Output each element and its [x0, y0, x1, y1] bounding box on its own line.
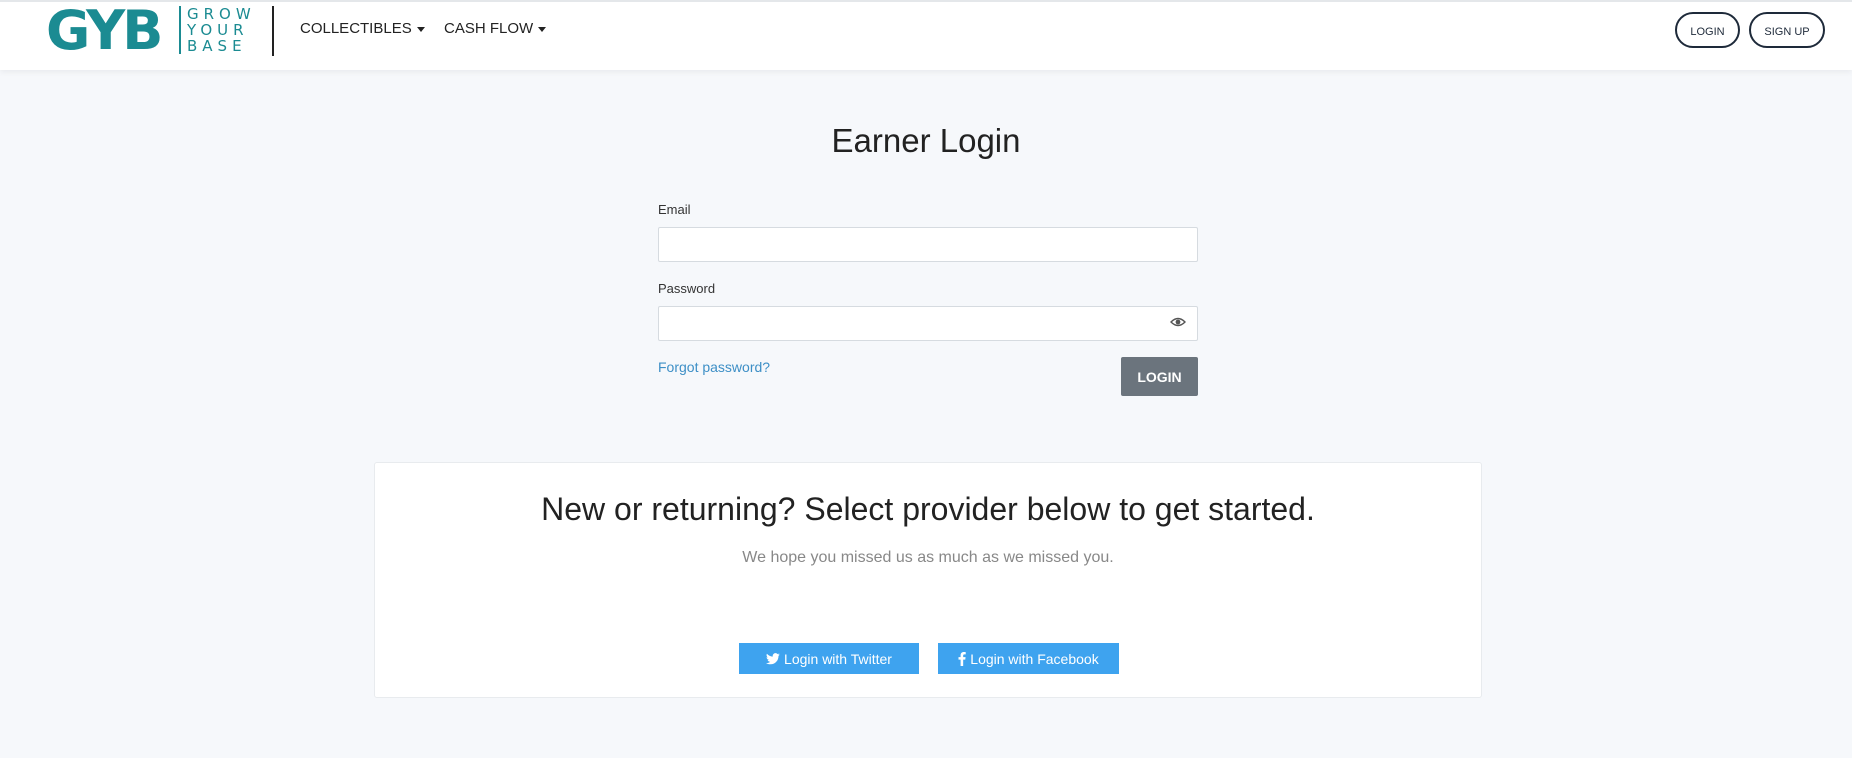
- provider-subtitle: We hope you missed us as much as we miss…: [742, 549, 1114, 566]
- provider-card: New or returning? Select provider below …: [374, 462, 1482, 698]
- nav-item-cash-flow[interactable]: CASH FLOW: [444, 20, 547, 37]
- brand-mark: GYB: [46, 0, 163, 62]
- page-title: Earner Login: [831, 122, 1021, 159]
- caret-down-icon: [416, 26, 425, 32]
- login-with-twitter-button[interactable]: Login with Twitter: [739, 643, 919, 674]
- facebook-icon: [958, 651, 967, 666]
- forgot-password-link[interactable]: Forgot password?: [658, 359, 770, 375]
- nav-item-collectibles[interactable]: COLLECTIBLES: [300, 20, 425, 37]
- nav-item-label: COLLECTIBLES: [300, 20, 412, 37]
- nav-item-label: CASH FLOW: [444, 20, 534, 37]
- brand-word-line-2: YOUR: [187, 21, 249, 39]
- brand-wordmark: GROW YOUR BASE: [179, 6, 256, 54]
- email-field[interactable]: [658, 227, 1198, 262]
- header-login-button[interactable]: LOGIN: [1675, 12, 1740, 48]
- brand-word-line-1: GROW: [187, 5, 256, 23]
- brand-word-line-3: BASE: [187, 37, 247, 55]
- nav-divider: [272, 6, 274, 56]
- twitter-button-label: Login with Twitter: [784, 650, 892, 667]
- eye-icon[interactable]: [1170, 316, 1186, 328]
- email-label: Email: [658, 202, 691, 217]
- facebook-button-label: Login with Facebook: [970, 650, 1099, 667]
- header-signup-button[interactable]: SIGN UP: [1749, 12, 1825, 48]
- caret-down-icon: [538, 26, 547, 32]
- twitter-icon: [766, 652, 780, 664]
- brand-logo[interactable]: GYB GROW YOUR BASE: [46, 0, 251, 62]
- password-field[interactable]: [658, 306, 1198, 341]
- password-label: Password: [658, 281, 716, 296]
- top-navbar: GYB GROW YOUR BASE COLLECTIBLES CASH FLO…: [0, 0, 1852, 70]
- login-submit-button[interactable]: LOGIN: [1121, 357, 1198, 396]
- provider-title: New or returning? Select provider below …: [541, 491, 1315, 527]
- login-with-facebook-button[interactable]: Login with Facebook: [938, 643, 1119, 674]
